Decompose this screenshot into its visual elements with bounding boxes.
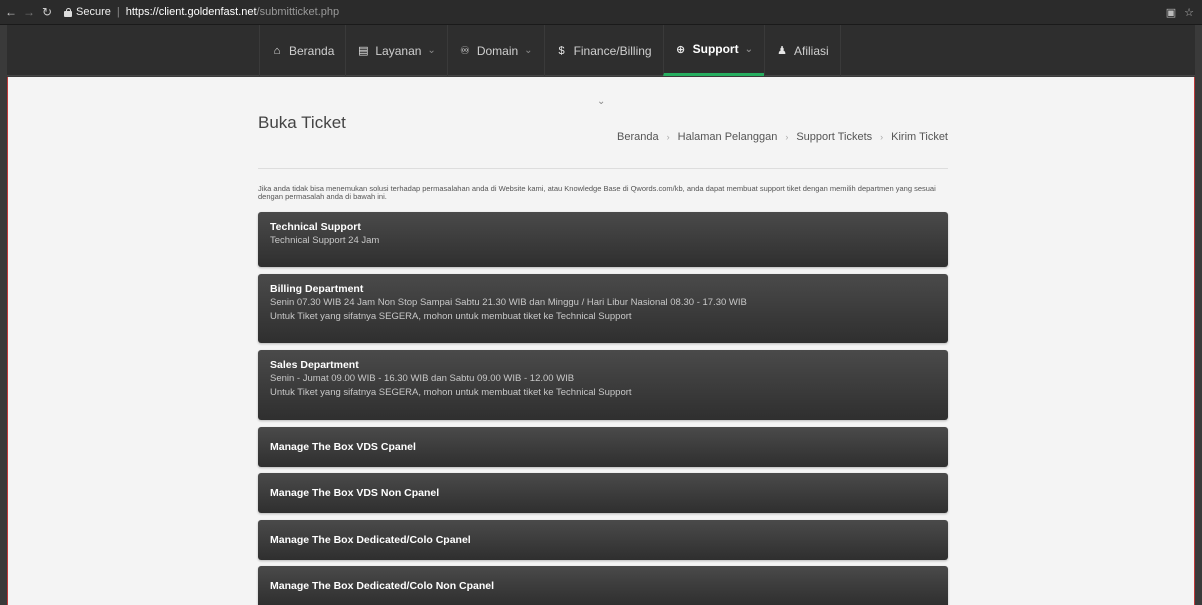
- department-name: Sales Department: [270, 359, 359, 371]
- bookmark-star-icon[interactable]: ☆: [1184, 6, 1194, 19]
- department-sales[interactable]: Sales Department Senin - Jumat 09.00 WIB…: [258, 350, 948, 420]
- department-manage-dedicated-non-cpanel[interactable]: Manage The Box Dedicated/Colo Non Cpanel: [258, 566, 948, 605]
- page-title: Buka Ticket: [258, 113, 346, 132]
- nav-item-label: Domain: [476, 43, 519, 58]
- intro-text: Jika anda tidak bisa menemukan solusi te…: [258, 184, 936, 201]
- department-description: Technical Support 24 Jam: [270, 235, 380, 246]
- breadcrumb: Beranda › Halaman Pelanggan › Support Ti…: [617, 131, 948, 143]
- department-description: Untuk Tiket yang sifatnya SEGERA, mohon …: [270, 387, 632, 398]
- department-description: Senin 07.30 WIB 24 Jam Non Stop Sampai S…: [270, 297, 747, 308]
- nav-item-label: Afiliasi: [794, 43, 829, 58]
- lock-icon: [64, 7, 72, 17]
- nav-item-layanan[interactable]: ▤ Layanan ⌄: [345, 25, 446, 76]
- left-gutter: [0, 25, 7, 605]
- binoculars-icon: ♾: [459, 45, 470, 57]
- url-host: https://client.goldenfast.net: [125, 6, 257, 18]
- main-navbar: ⌂ Beranda ▤ Layanan ⌄ ♾ Domain ⌄ $ Finance/Billin…: [0, 25, 1202, 76]
- nav-item-label: Beranda: [289, 43, 335, 58]
- department-description: Senin - Jumat 09.00 WIB - 16.30 WIB dan …: [270, 373, 575, 384]
- department-manage-vds-non-cpanel[interactable]: Manage The Box VDS Non Cpanel: [258, 473, 948, 513]
- secure-label: Secure: [76, 6, 111, 18]
- chevron-right-icon: ›: [666, 132, 670, 142]
- department-description: Untuk Tiket yang sifatnya SEGERA, mohon …: [270, 311, 632, 322]
- department-name: Manage The Box Dedicated/Colo Non Cpanel: [270, 580, 495, 592]
- address-bar[interactable]: https://client.goldenfast.net/submittick…: [126, 6, 339, 18]
- department-billing[interactable]: Billing Department Senin 07.30 WIB 24 Ja…: [258, 274, 948, 343]
- browser-toolbar: ← → ↻ Secure | https://client.goldenfast…: [0, 0, 1202, 25]
- nav-item-beranda[interactable]: ⌂ Beranda: [259, 25, 345, 76]
- chevron-down-icon: ⌄: [524, 45, 533, 56]
- nav-item-support[interactable]: ⊕ Support ⌄: [662, 25, 764, 76]
- department-name: Billing Department: [270, 283, 364, 295]
- user-icon: ♟: [777, 45, 787, 57]
- department-name: Manage The Box VDS Non Cpanel: [270, 487, 440, 499]
- nav-item-afiliasi[interactable]: ♟ Afiliasi: [764, 25, 841, 76]
- home-icon: ⌂: [273, 44, 281, 57]
- chevron-down-icon: ⌄: [744, 43, 753, 55]
- department-technical-support[interactable]: Technical Support Technical Support 24 J…: [258, 212, 948, 267]
- right-gutter: [1195, 25, 1202, 605]
- chevron-down-icon: ⌄: [427, 45, 436, 56]
- department-manage-vds-cpanel[interactable]: Manage The Box VDS Cpanel: [258, 427, 948, 467]
- url-path: /submitticket.php: [256, 6, 340, 18]
- breadcrumb-item-beranda[interactable]: Beranda: [617, 131, 659, 143]
- breadcrumb-item-support-tickets[interactable]: Support Tickets: [796, 131, 872, 143]
- chevron-right-icon: ›: [785, 132, 789, 142]
- department-name: Manage The Box VDS Cpanel: [270, 441, 416, 453]
- department-name: Technical Support: [270, 221, 361, 233]
- translate-icon[interactable]: ▣: [1166, 6, 1176, 19]
- department-name: Manage The Box Dedicated/Colo Cpanel: [270, 534, 471, 546]
- department-manage-dedicated-cpanel[interactable]: Manage The Box Dedicated/Colo Cpanel: [258, 520, 948, 560]
- nav-item-label: Support: [692, 42, 739, 56]
- lifebuoy-icon: ⊕: [676, 43, 686, 56]
- dollar-icon: $: [558, 44, 565, 57]
- nav-item-label: Finance/Billing: [573, 43, 652, 58]
- chevron-down-icon[interactable]: ⌄: [597, 96, 605, 107]
- nav-item-label: Layanan: [375, 43, 422, 58]
- breadcrumb-item-halaman-pelanggan[interactable]: Halaman Pelanggan: [678, 131, 778, 143]
- list-icon: ▤: [358, 45, 369, 57]
- nav-item-finance-billing[interactable]: $ Finance/Billing: [543, 25, 663, 76]
- chevron-right-icon: ›: [880, 132, 884, 142]
- reload-icon[interactable]: ↻: [40, 5, 54, 19]
- breadcrumb-item-kirim-ticket: Kirim Ticket: [891, 131, 948, 143]
- nav-menu: ⌂ Beranda ▤ Layanan ⌄ ♾ Domain ⌄ $ Finance/Billin…: [259, 25, 841, 76]
- forward-arrow-icon[interactable]: →: [22, 5, 36, 19]
- back-arrow-icon[interactable]: ←: [4, 5, 18, 19]
- title-divider: [258, 168, 948, 169]
- nav-item-domain[interactable]: ♾ Domain ⌄: [446, 25, 544, 76]
- url-separator: |: [116, 6, 120, 18]
